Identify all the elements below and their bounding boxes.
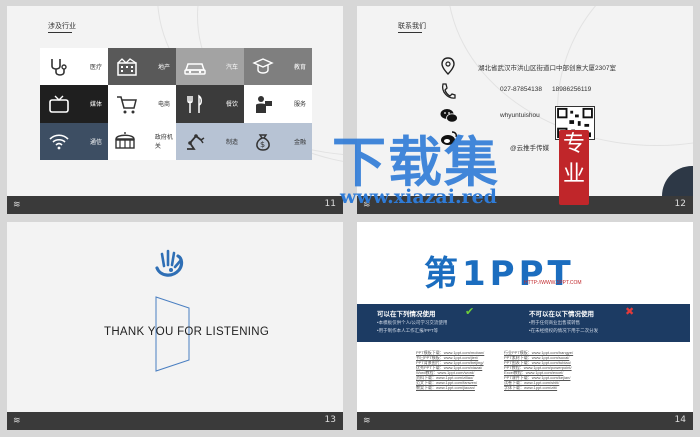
building-icon: [114, 57, 140, 77]
cross-icon: ✖: [625, 306, 635, 318]
industry-label: 服务: [294, 102, 307, 109]
svg-text:$: $: [260, 140, 265, 149]
cart-icon: [114, 94, 140, 114]
wechat-id: whyuntuishou: [500, 112, 540, 119]
industry-label: 制造: [226, 139, 239, 146]
industry-label: 通信: [90, 139, 103, 146]
slide-footer-bar: ≋ 14: [357, 412, 693, 430]
industry-cell: 教育: [244, 48, 312, 86]
links-column-left: PPT模板下载：www.1ppt.com/moban/节日PPT模板：www.1…: [416, 350, 484, 390]
car-icon: [182, 57, 208, 77]
industry-label: 地产: [158, 65, 171, 72]
industry-cell: 通信: [40, 122, 108, 160]
industry-label: 媒体: [90, 102, 103, 109]
phone-icon: [442, 83, 456, 99]
slide-footer-bar: ≋ 11: [7, 196, 343, 214]
cutlery-icon: [182, 94, 208, 114]
hand-logo-icon: [155, 249, 184, 277]
robot-arm-icon: [182, 131, 208, 151]
slide-number: 12: [674, 199, 686, 209]
slide-transition-icon: ≋: [13, 415, 21, 425]
slide-number: 11: [324, 199, 336, 209]
watermark-url: www.xiazai.red: [340, 186, 497, 208]
government-icon: [114, 131, 137, 151]
service-icon: [250, 94, 276, 114]
weibo-handle: @云推手传媒: [510, 145, 550, 152]
check-icon: ✔: [465, 306, 475, 318]
cannot-use-title: 不可以在以下情况使用: [529, 311, 594, 318]
slide-number: 13: [324, 415, 336, 425]
wifi-icon: [46, 131, 72, 151]
phone-number-1: 027-87854138: [500, 86, 542, 93]
thank-you-text: THANK YOU FOR LISTENING: [104, 326, 270, 338]
slide-transition-icon: ≋: [13, 199, 21, 209]
stethoscope-icon: [46, 57, 72, 77]
industry-cell: 政府机关: [108, 122, 176, 160]
slide-number: 14: [674, 415, 686, 425]
slide-footer-bar: ≋ 13: [7, 412, 343, 430]
industry-label: 医疗: [90, 65, 103, 72]
can-use-title: 可以在下列情况使用: [377, 311, 436, 318]
address-text: 湖北省武汉市洪山区街道口中部创意大厦2307室: [478, 65, 616, 72]
industry-cell: 电商: [108, 85, 176, 123]
industry-cell: 医疗: [40, 48, 108, 86]
watermark-seal: 专业: [559, 130, 589, 205]
industry-cell: $ 金融: [244, 122, 312, 160]
ppt-logo-url: HTTP://WWW.1PPT.COM: [524, 280, 582, 286]
usage-terms-panel: 可以在下列情况使用 ✔ •本模板仅供个人/公司学习交流使用 •用于制作本人工作汇…: [357, 304, 690, 342]
slide-title: 涉及行业: [48, 21, 76, 33]
cannot-use-line-2: •在未经授权的情况下用于二次分发: [529, 328, 599, 333]
resource-link[interactable]: 字体下载：www.1ppt.com/ziti/: [504, 385, 573, 390]
tv-icon: [46, 94, 72, 114]
slide-sorter: 涉及行业 ≋ 11 医疗 地产 汽车 教育媒体 电商 餐饮 服务通信 政府机关 制造 $ 金融 联系…: [0, 0, 700, 437]
slide-title: 联系我们: [398, 21, 426, 33]
links-column-right: 行业PPT模板：www.1ppt.com/hangye/PPT素材下载：www.…: [504, 350, 573, 390]
industry-label: 政府机关: [154, 135, 173, 151]
resource-link[interactable]: 教案下载：www.1ppt.com/jiaoan/: [416, 385, 484, 390]
cannot-use-line-1: •用于任何商业出售或转售: [529, 320, 581, 325]
phone-number-2: 18986256119: [552, 86, 592, 93]
industry-label: 电商: [158, 102, 171, 109]
industry-cell: 餐饮: [176, 85, 244, 123]
industry-cell: 服务: [244, 85, 312, 123]
graduate-icon: [250, 57, 276, 77]
slide-transition-icon: ≋: [363, 415, 371, 425]
ppt-logo-text: 第1PPT: [424, 254, 575, 294]
industry-cell: 媒体: [40, 85, 108, 123]
industry-label: 金融: [294, 139, 307, 146]
money-bag-icon: $: [250, 131, 276, 151]
industry-cell: 汽车: [176, 48, 244, 86]
ppt-logo: 第1PPT HTTP://WWW.1PPT.COM: [424, 250, 634, 294]
industry-cell: 地产: [108, 48, 176, 86]
industry-grid: 医疗 地产 汽车 教育媒体 电商 餐饮 服务通信 政府机关 制造 $ 金融: [40, 48, 312, 160]
industry-label: 教育: [294, 65, 307, 72]
industry-label: 餐饮: [226, 102, 239, 109]
can-use-line-2: •用于制作本人工作汇报/PPT等: [377, 328, 439, 333]
location-pin-icon: [441, 57, 455, 75]
industry-cell: 制造: [176, 122, 244, 160]
can-use-line-1: •本模板仅供个人/公司学习交流使用: [377, 320, 448, 325]
industry-label: 汽车: [226, 65, 239, 72]
